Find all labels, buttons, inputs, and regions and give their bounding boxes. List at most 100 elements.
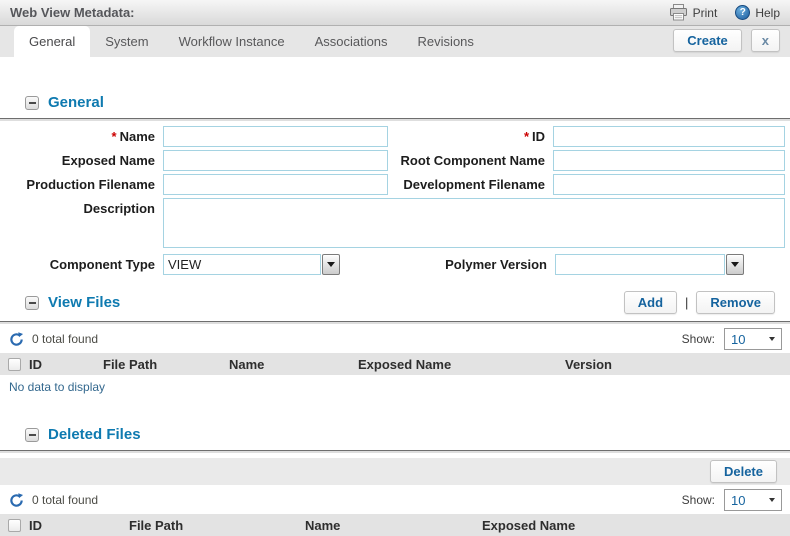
web-view-metadata-page: { "colors": { "section_title": "#0e7ab0"… (0, 0, 790, 536)
required-marker: * (523, 129, 529, 144)
description-label: Description (83, 201, 155, 216)
chevron-down-icon (731, 262, 739, 267)
remove-button[interactable]: Remove (696, 291, 775, 314)
form-row-name-id: * Name * ID (0, 126, 790, 147)
help-button[interactable]: ? Help (735, 5, 780, 20)
add-button[interactable]: Add (623, 291, 678, 314)
minus-icon (28, 301, 36, 304)
general-section-title: General (48, 94, 104, 111)
tab-system[interactable]: System (90, 26, 163, 57)
column-header-id[interactable]: ID (29, 518, 129, 533)
deleted-files-section-header: Deleted Files (0, 402, 790, 450)
deleted-files-page-size-select[interactable]: 10 (724, 489, 782, 511)
minus-icon (28, 101, 36, 104)
section-divider (0, 450, 790, 453)
polymer-version-input[interactable] (555, 254, 725, 275)
view-files-section-title: View Files (48, 294, 121, 311)
column-header-name[interactable]: Name (229, 357, 358, 372)
title-bar: Web View Metadata: Print ? Help (0, 0, 790, 26)
root-component-name-input[interactable] (553, 150, 785, 171)
deleted-files-section-title: Deleted Files (48, 426, 141, 443)
deleted-files-action-bar: Delete (0, 458, 790, 485)
collapse-view-files-icon[interactable] (25, 295, 39, 310)
tab-bar: General System Workflow Instance Associa… (0, 26, 790, 57)
deleted-files-total-found: 0 total found (32, 493, 99, 507)
form-row-description: Description (0, 198, 790, 248)
id-input[interactable] (553, 126, 785, 147)
development-filename-input[interactable] (553, 174, 785, 195)
root-component-name-label: Root Component Name (400, 153, 545, 168)
id-label: * ID (523, 129, 545, 144)
select-all-checkbox[interactable] (8, 518, 21, 532)
tab-bar-buttons: Create x (673, 26, 790, 57)
show-label: Show: (681, 332, 715, 346)
polymer-version-label: Polymer Version (445, 257, 547, 272)
view-files-section-header: View Files Add | Remove (0, 278, 790, 321)
print-label: Print (692, 5, 718, 20)
tab-general[interactable]: General (14, 26, 91, 57)
select-all-checkbox[interactable] (8, 357, 21, 371)
deleted-files-show-group: Show: 10 (682, 489, 782, 511)
header-checkbox-cell (0, 357, 29, 371)
production-filename-label: Production Filename (26, 177, 155, 192)
production-filename-input[interactable] (163, 174, 388, 195)
deleted-files-table-header: ID File Path Name Exposed Name (0, 514, 790, 536)
column-header-version[interactable]: Version (565, 357, 790, 372)
exposed-name-label: Exposed Name (61, 153, 155, 168)
collapse-general-icon[interactable] (25, 95, 39, 110)
refresh-icon[interactable] (9, 331, 24, 347)
description-textarea[interactable] (163, 198, 785, 248)
polymer-version-dropdown-button[interactable] (726, 254, 744, 275)
polymer-version-combobox (555, 254, 744, 275)
general-section-header: General (0, 57, 790, 118)
chevron-down-icon (769, 498, 775, 502)
collapse-deleted-files-icon[interactable] (25, 427, 39, 442)
column-header-exposed-name[interactable]: Exposed Name (358, 357, 565, 372)
tab-revisions[interactable]: Revisions (403, 26, 489, 57)
chevron-down-icon (769, 337, 775, 341)
help-label: Help (755, 5, 780, 20)
show-label: Show: (681, 493, 715, 507)
view-files-empty-message: No data to display (9, 380, 106, 394)
delete-button[interactable]: Delete (709, 460, 777, 483)
print-button[interactable]: Print (669, 4, 718, 21)
header-checkbox-cell (0, 518, 29, 532)
view-files-show-group: Show: 10 (682, 328, 782, 350)
form-row-exposed-root: Exposed Name Root Component Name (0, 150, 790, 171)
create-button[interactable]: Create (673, 28, 742, 52)
view-files-toolbar: 0 total found Show: 10 (0, 324, 790, 353)
exposed-name-input[interactable] (163, 150, 388, 171)
column-header-id[interactable]: ID (29, 357, 103, 372)
refresh-icon[interactable] (9, 492, 24, 508)
column-header-name[interactable]: Name (305, 518, 482, 533)
general-form: * Name * ID Exposed Name Root Component Na… (0, 121, 790, 275)
view-files-page-size-select[interactable]: 10 (724, 328, 782, 350)
title-bar-actions: Print ? Help (651, 4, 780, 21)
page-title: Web View Metadata: (10, 5, 135, 20)
tab-workflow-instance[interactable]: Workflow Instance (164, 26, 300, 57)
name-input[interactable] (163, 126, 388, 147)
required-marker: * (111, 129, 117, 144)
column-header-file-path[interactable]: File Path (129, 518, 305, 533)
close-button[interactable]: x (750, 28, 780, 52)
view-files-actions: Add | Remove (623, 291, 780, 314)
column-header-exposed-name[interactable]: Exposed Name (482, 518, 790, 533)
name-label: * Name (111, 129, 155, 144)
component-type-label: Component Type (49, 257, 155, 272)
minus-icon (28, 433, 36, 436)
help-icon: ? (735, 5, 751, 20)
button-separator: | (685, 295, 689, 310)
form-row-filenames: Production Filename Development Filename (0, 174, 790, 195)
component-type-input[interactable] (163, 254, 321, 275)
component-type-combobox (163, 254, 340, 275)
form-row-type-version: Component Type Polymer Version (0, 254, 790, 275)
column-header-file-path[interactable]: File Path (103, 357, 229, 372)
print-icon (669, 4, 687, 21)
deleted-files-toolbar: 0 total found Show: 10 (0, 485, 790, 514)
tab-associations[interactable]: Associations (300, 26, 403, 57)
chevron-down-icon (327, 262, 335, 267)
view-files-total-found: 0 total found (32, 332, 99, 346)
development-filename-label: Development Filename (403, 177, 545, 192)
view-files-table-header: ID File Path Name Exposed Name Version (0, 353, 790, 375)
component-type-dropdown-button[interactable] (322, 254, 340, 275)
